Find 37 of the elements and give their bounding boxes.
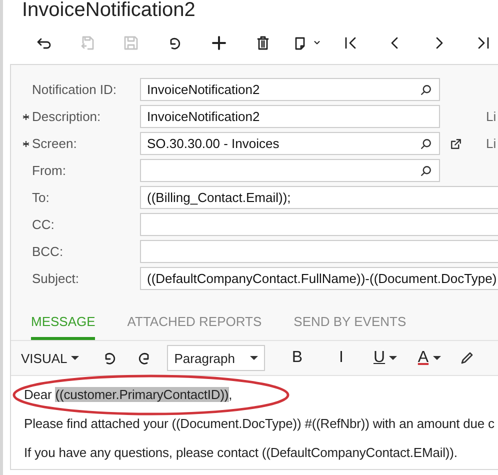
mode-dropdown[interactable]: VISUAL	[21, 345, 80, 371]
search-icon	[419, 164, 433, 178]
external-link-icon	[449, 136, 463, 150]
font-color-button[interactable]: A	[407, 345, 452, 371]
input-field[interactable]	[140, 240, 498, 263]
input-field[interactable]	[140, 159, 440, 182]
underline-button[interactable]: U	[363, 345, 408, 371]
pencil-icon	[459, 350, 476, 366]
message-paragraph: Dear ((customer.PrimaryContactID)),	[24, 386, 234, 404]
field-label: CC:	[32, 217, 56, 232]
field-label: Notification ID:	[32, 82, 118, 97]
field-label: Subject:	[32, 271, 80, 286]
save-close-icon	[79, 35, 95, 51]
input-field[interactable]: ((Billing_Contact.Email));	[140, 186, 498, 209]
field-label: From:	[32, 163, 67, 178]
screen-title: InvoiceNotification2	[22, 0, 196, 22]
field-label: To:	[32, 190, 50, 205]
search-icon	[419, 82, 433, 96]
field-label: Screen:	[32, 136, 78, 151]
save-icon	[123, 35, 139, 51]
input-field[interactable]: InvoiceNotification2	[140, 78, 440, 101]
field-label: Li	[485, 136, 496, 151]
format-dropdown[interactable]: Paragraph	[167, 345, 266, 371]
field-label: Description:	[32, 109, 102, 124]
search-icon	[419, 136, 433, 150]
message-paragraph: Please find attached your ((Document.DocType)) #((RefNbr)) with an amount due c	[24, 415, 496, 433]
input-field[interactable]: ((DefaultCompanyContact.FullName))-((Document.DocType)	[140, 267, 498, 290]
message-paragraph: If you have any questions, please contact ((DefaultCompanyContact.EMail)).	[24, 444, 458, 462]
italic-button[interactable]: I	[319, 345, 364, 371]
delete-icon	[255, 35, 271, 51]
input-field[interactable]: InvoiceNotification2	[140, 105, 440, 128]
field-label: BCC:	[32, 244, 64, 259]
bold-button[interactable]: B	[275, 345, 320, 371]
input-field[interactable]: SO.30.30.00 - Invoices	[140, 132, 440, 155]
input-field[interactable]	[140, 213, 498, 236]
add-icon	[211, 35, 227, 51]
field-label: Li	[485, 109, 496, 124]
